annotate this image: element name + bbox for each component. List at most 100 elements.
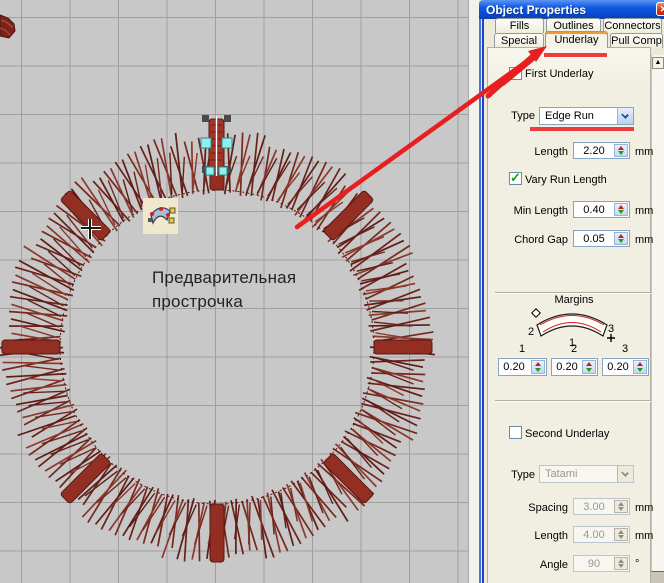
- tab-pull-comp[interactable]: Pull Comp: [610, 33, 663, 48]
- spacing-input: [575, 500, 613, 513]
- angle-input: [575, 557, 613, 570]
- check-icon: ✓: [510, 170, 521, 186]
- chord-gap-unit: mm: [635, 234, 653, 246]
- min-length-label: Min Length: [499, 205, 568, 217]
- curved-band-tool-cursor-icon: [143, 198, 178, 234]
- second-underlay-label: Second Underlay: [525, 428, 609, 440]
- spin-up-icon: [618, 146, 624, 150]
- ring-satin-bars[interactable]: [2, 132, 432, 562]
- spin-down-icon: [586, 368, 592, 372]
- margin-2-label: 2: [564, 343, 584, 355]
- spin-down-icon: [618, 564, 624, 568]
- spin-up-icon: [618, 502, 624, 506]
- length1-spinner[interactable]: [614, 144, 628, 157]
- spacing-unit: mm: [635, 502, 653, 514]
- type2-combobox-disabled: Tatami: [539, 465, 634, 483]
- type1-label: Type: [495, 110, 535, 122]
- vary-run-length-label: Vary Run Length: [525, 174, 607, 186]
- spin-up-icon: [618, 205, 624, 209]
- object-properties-panel: Object Properties ✕ Fills Outlines Conne…: [479, 0, 664, 583]
- spin-up-icon: [637, 362, 643, 366]
- min-length-input[interactable]: [575, 203, 613, 216]
- panel-gutter: [468, 0, 479, 583]
- margin-1-field[interactable]: [498, 358, 547, 376]
- vary-run-length-checkbox[interactable]: ✓: [509, 172, 522, 185]
- first-underlay-label: First Underlay: [525, 68, 593, 80]
- spin-down-icon: [618, 210, 624, 214]
- margin-3-spinner[interactable]: [633, 360, 647, 374]
- length1-label: Length: [499, 146, 568, 158]
- scroll-down-button[interactable]: [651, 571, 664, 583]
- length1-input[interactable]: [575, 144, 613, 157]
- type1-value: Edge Run: [545, 110, 594, 122]
- min-length-spinner[interactable]: [614, 203, 628, 216]
- spacing-label: Spacing: [499, 502, 568, 514]
- spin-up-icon: [618, 530, 624, 534]
- margin-2-diagram-label: 2: [528, 326, 534, 338]
- margin-2-input[interactable]: [553, 360, 581, 374]
- tab-connectors[interactable]: Connectors: [603, 18, 662, 33]
- canvas-note-line1: Предварительная: [152, 266, 296, 289]
- spin-up-icon: [618, 559, 624, 563]
- spin-up-icon: [618, 234, 624, 238]
- margin-1-label: 1: [512, 343, 532, 355]
- chevron-down-icon[interactable]: [617, 108, 633, 124]
- second-underlay-checkbox[interactable]: [509, 426, 522, 439]
- spin-down-icon: [618, 535, 624, 539]
- tab-underlay[interactable]: Underlay: [545, 31, 608, 48]
- chord-gap-field[interactable]: [573, 230, 630, 247]
- application-window: Предварительная прострочка Object Proper…: [0, 0, 664, 583]
- angle-field-disabled: [573, 555, 630, 572]
- type2-label: Type: [495, 469, 535, 481]
- spin-down-icon: [535, 368, 541, 372]
- length2-label: Length: [499, 530, 568, 542]
- length2-input: [575, 528, 613, 541]
- divider: [495, 400, 651, 402]
- crosshair-cursor-icon: [80, 218, 102, 240]
- length2-unit: mm: [635, 530, 653, 542]
- panel-title: Object Properties: [486, 3, 586, 17]
- spin-down-icon: [618, 239, 624, 243]
- panel-window-border: [479, 19, 484, 583]
- length1-field[interactable]: [573, 142, 630, 159]
- angle-spinner: [614, 557, 628, 570]
- type1-combobox[interactable]: Edge Run: [539, 107, 634, 125]
- margin-3-diagram-label: 3: [608, 323, 614, 335]
- spacing-field-disabled: [573, 498, 630, 515]
- chord-gap-label: Chord Gap: [499, 234, 568, 246]
- margin-1-spinner[interactable]: [531, 360, 545, 374]
- margin-3-label: 3: [615, 343, 635, 355]
- spin-up-icon: [586, 362, 592, 366]
- spin-down-icon: [618, 151, 624, 155]
- close-icon[interactable]: ✕: [656, 2, 664, 16]
- first-underlay-checkbox[interactable]: ✓: [509, 67, 522, 80]
- length2-spinner: [614, 528, 628, 541]
- margins-diagram: 2 3 1: [527, 305, 617, 347]
- check-icon: ✓: [510, 65, 521, 81]
- margin-3-field[interactable]: [602, 358, 649, 376]
- chord-gap-spinner[interactable]: [614, 232, 628, 245]
- panel-titlebar[interactable]: Object Properties ✕: [479, 0, 664, 19]
- type2-value: Tatami: [545, 468, 577, 480]
- margin-1-input[interactable]: [500, 360, 528, 374]
- spin-down-icon: [618, 507, 624, 511]
- length2-field-disabled: [573, 526, 630, 543]
- tab-special[interactable]: Special: [494, 33, 544, 48]
- angle-unit: °: [635, 558, 639, 570]
- scroll-up-icon[interactable]: ▲: [652, 57, 664, 69]
- angle-label: Angle: [499, 559, 568, 571]
- min-length-unit: mm: [635, 205, 653, 217]
- margin-2-spinner[interactable]: [582, 360, 596, 374]
- spin-up-icon: [535, 362, 541, 366]
- canvas-note-line2: прострочка: [152, 290, 243, 313]
- margin-3-input[interactable]: [604, 360, 632, 374]
- chevron-down-icon: [617, 466, 633, 482]
- design-canvas[interactable]: Предварительная прострочка: [0, 0, 469, 583]
- spin-down-icon: [637, 368, 643, 372]
- chord-gap-input[interactable]: [575, 232, 613, 245]
- length1-unit: mm: [635, 146, 653, 158]
- stitch-blob[interactable]: [0, 15, 15, 38]
- min-length-field[interactable]: [573, 201, 630, 218]
- tab-fills[interactable]: Fills: [495, 18, 544, 33]
- margin-2-field[interactable]: [551, 358, 598, 376]
